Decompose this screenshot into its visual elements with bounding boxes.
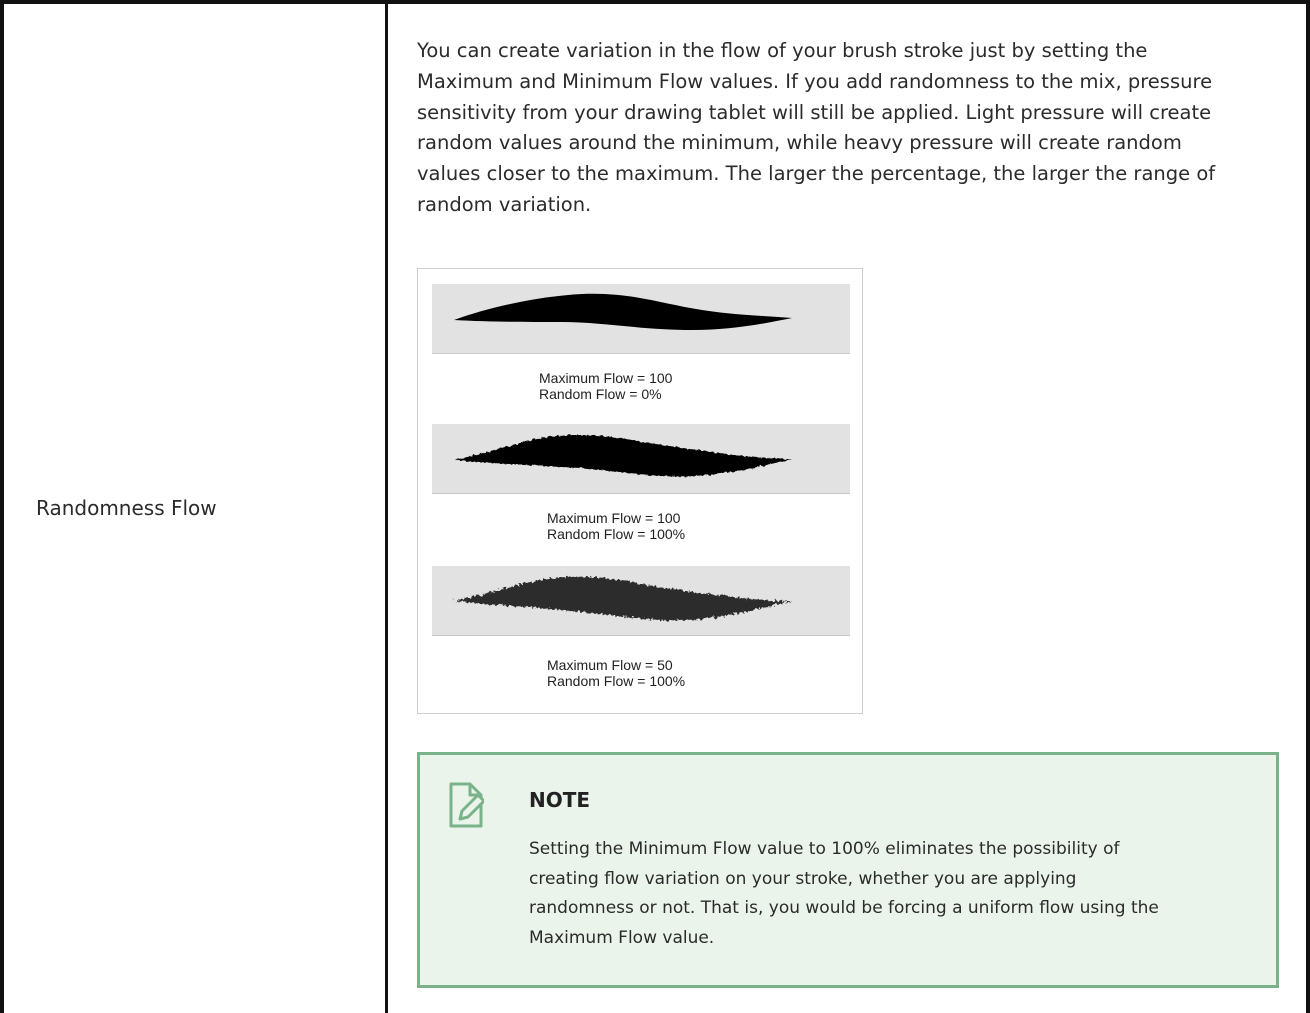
table-border-left (0, 0, 4, 1013)
parameter-name: Randomness Flow (36, 496, 217, 520)
caption-max-flow: Maximum Flow = 50 (547, 657, 673, 673)
caption-random-flow: Random Flow = 100% (547, 526, 686, 542)
description-line: sensitivity from your drawing tablet wil… (417, 100, 1212, 124)
note-body: Setting the Minimum Flow value to 100% e… (529, 835, 1249, 953)
description-line: random variation. (417, 192, 592, 216)
brush-stroke-sample (432, 284, 850, 354)
description-line: values closer to the maximum. The larger… (417, 162, 1216, 186)
note-callout: NOTE Setting the Minimum Flow value to 1… (417, 752, 1279, 988)
note-line: creating flow variation on your stroke, … (529, 868, 1077, 889)
sample-caption: Maximum Flow = 100 Random Flow = 100% (547, 510, 685, 542)
note-pencil-icon (448, 781, 486, 829)
brush-stroke-sample (432, 566, 850, 636)
sample-caption: Maximum Flow = 100 Random Flow = 0% (539, 370, 672, 402)
table-border-top (0, 0, 1310, 4)
note-title: NOTE (529, 788, 591, 812)
caption-random-flow: Random Flow = 100% (547, 673, 686, 689)
caption-max-flow: Maximum Flow = 100 (539, 370, 673, 386)
description-line: You can create variation in the flow of … (417, 39, 1148, 62)
brush-stroke-sample (432, 424, 850, 494)
table-border-right (1306, 0, 1310, 1013)
caption-random-flow: Random Flow = 0% (539, 386, 662, 402)
parameter-description: You can create variation in the flow of … (417, 36, 1285, 221)
caption-max-flow: Maximum Flow = 100 (547, 510, 681, 526)
description-line: Maximum and Minimum Flow values. If you … (417, 69, 1213, 93)
table-column-divider (385, 0, 388, 1013)
description-line: random values around the minimum, while … (417, 131, 1182, 155)
note-line: randomness or not. That is, you would be… (529, 898, 1159, 918)
parameter-table: Randomness Flow You can create variation… (0, 0, 1310, 1013)
note-line: Maximum Flow value. (529, 927, 715, 948)
note-line: Setting the Minimum Flow value to 100% e… (529, 839, 1120, 859)
sample-caption: Maximum Flow = 50 Random Flow = 100% (547, 657, 685, 689)
brush-flow-figure: Maximum Flow = 100 Random Flow = 0% Maxi… (417, 268, 863, 714)
